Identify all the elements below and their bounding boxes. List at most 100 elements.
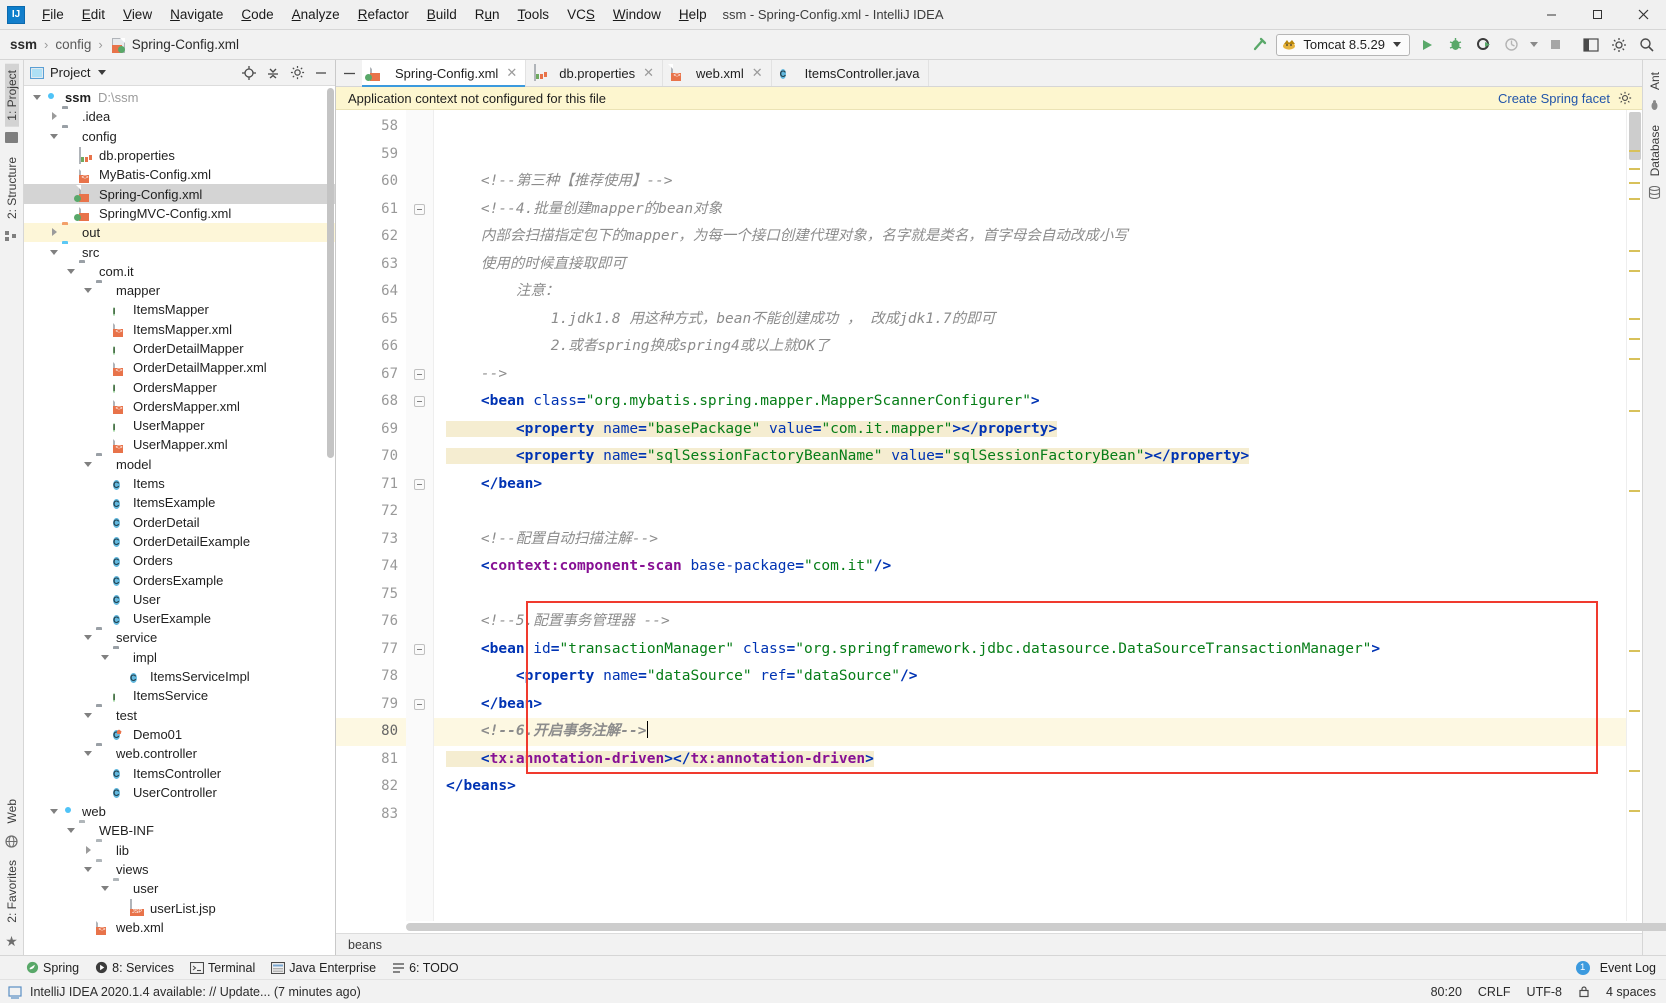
tree-toggle-down-icon[interactable] [66,266,77,277]
code-line[interactable]: </beans> [434,773,1626,801]
status-message[interactable]: IntelliJ IDEA 2020.1.4 available: // Upd… [30,985,361,999]
menu-edit[interactable]: Edit [73,3,114,26]
fold-marker[interactable] [414,478,425,490]
rail-button-ant[interactable]: Ant [1648,66,1662,96]
tree-node[interactable]: lib [24,841,335,860]
tree-node[interactable]: C ItemsExample [24,493,335,512]
tree-node[interactable]: web [24,802,335,821]
line-number[interactable]: 66 [336,333,406,361]
line-number[interactable]: 73 [336,526,406,554]
tree-toggle-down-icon[interactable] [100,883,111,894]
tree-node[interactable]: C Orders [24,551,335,570]
tree-node[interactable]: <> UserMapper.xml [24,435,335,454]
tree-node[interactable]: C OrderDetail [24,513,335,532]
run-icon[interactable] [1416,34,1438,56]
line-number[interactable]: 65 [336,306,406,334]
code-line[interactable]: <property name="basePackage" value="com.… [434,416,1626,444]
code-line[interactable] [434,801,1626,829]
line-number[interactable]: 60 [336,168,406,196]
project-tree-scrollbar[interactable] [327,88,334,458]
line-number[interactable]: 63 [336,251,406,279]
tree-node[interactable]: user [24,879,335,898]
menu-code[interactable]: Code [232,3,282,26]
tree-node[interactable]: C Demo01 [24,725,335,744]
line-number[interactable]: 80 [336,718,419,746]
hide-tabs-icon[interactable] [336,60,362,86]
menu-navigate[interactable]: Navigate [161,3,232,26]
tree-node[interactable]: WEB-INF [24,821,335,840]
line-number[interactable]: 64 [336,278,406,306]
fold-marker[interactable] [414,698,425,710]
profile-icon[interactable] [1500,34,1522,56]
code-line[interactable] [434,113,1626,141]
create-spring-facet-link[interactable]: Create Spring facet [1498,91,1610,106]
run-configuration-selector[interactable]: Tomcat 8.5.29 [1276,33,1410,56]
caret-position[interactable]: 80:20 [1431,985,1462,999]
hide-icon[interactable] [313,65,329,81]
tree-node[interactable]: I ItemsService [24,686,335,705]
code-line[interactable]: 2.或者spring换成spring4或以上就OK了 [434,333,1626,361]
search-icon[interactable] [1636,34,1658,56]
bottom-tool-button[interactable]: Java Enterprise [271,961,376,975]
fold-marker[interactable] [414,643,425,655]
code-text-area[interactable]: <!--第三种【推荐使用】--> <!--4.批量创建mapper的bean对象… [434,110,1626,921]
line-number[interactable]: 83 [336,801,406,829]
close-tab-icon[interactable]: ✕ [752,65,763,81]
editor-horizontal-scroll-row[interactable] [336,921,1666,933]
editor-tab[interactable]: C ItemsController.java [772,60,929,86]
menu-refactor[interactable]: Refactor [349,3,418,26]
bottom-tool-button[interactable]: 6: TODO [392,961,459,975]
menu-analyze[interactable]: Analyze [283,3,349,26]
editor-tab[interactable]: <> web.xml ✕ [663,60,772,86]
editor-tab[interactable]: db.properties ✕ [526,60,664,86]
code-line[interactable]: <!--配置自动扫描注解--> [434,526,1626,554]
line-number[interactable]: 68 [336,388,406,416]
fold-marker[interactable] [414,368,425,380]
line-number[interactable]: 67 [336,361,406,389]
code-line[interactable]: <!--第三种【推荐使用】--> [434,168,1626,196]
tree-node[interactable]: web.controller [24,744,335,763]
project-file-tree[interactable]: ssm D:\ssm .idea config db.properties <> MyBat… [24,86,335,955]
tree-node[interactable]: SpringMVC-Config.xml [24,204,335,223]
tree-toggle-down-icon[interactable] [83,710,94,721]
menu-help[interactable]: Help [670,3,716,26]
project-view-chevron-down-icon[interactable] [98,70,107,75]
tree-node[interactable]: <> OrderDetailMapper.xml [24,358,335,377]
breadcrumb-folder[interactable]: config [55,37,91,52]
close-tab-icon[interactable]: ✕ [506,65,517,81]
tree-node[interactable]: <> MyBatis-Config.xml [24,165,335,184]
tree-node[interactable]: impl [24,648,335,667]
code-line[interactable] [434,498,1626,526]
tree-node[interactable]: db.properties [24,146,335,165]
tree-node[interactable]: com.it [24,262,335,281]
code-line[interactable]: <!--6.开启事务注解--> [434,718,1626,746]
code-folding-gutter[interactable] [406,110,434,921]
tree-node[interactable]: C ItemsServiceImpl [24,667,335,686]
tree-toggle-down-icon[interactable] [83,748,94,759]
code-line[interactable]: <bean id="transactionManager" class="org… [434,636,1626,664]
tree-node[interactable]: I OrderDetailMapper [24,339,335,358]
tree-toggle-down-icon[interactable] [83,864,94,875]
debug-icon[interactable] [1444,34,1466,56]
line-number[interactable]: 75 [336,581,406,609]
bottom-tool-button[interactable]: Terminal [189,961,255,975]
tree-node[interactable]: config [24,127,335,146]
line-number[interactable]: 76 [336,608,406,636]
menu-run[interactable]: Run [466,3,509,26]
maximize-button[interactable] [1574,0,1620,29]
tree-node[interactable]: C UserController [24,783,335,802]
run-with-coverage-icon[interactable] [1472,34,1494,56]
editor-marker-bar[interactable] [1626,110,1642,921]
line-number[interactable]: 72 [336,498,406,526]
tree-toggle-down-icon[interactable] [83,285,94,296]
editor-horizontal-scrollbar[interactable] [406,923,1666,931]
tree-node[interactable]: <> web.xml [24,918,335,937]
tree-node[interactable]: <> OrdersMapper.xml [24,397,335,416]
settings-icon[interactable] [1608,34,1630,56]
code-line[interactable]: </bean> [434,691,1626,719]
line-number[interactable]: 79 [336,691,406,719]
code-line[interactable]: 使用的时候直接取即可 [434,251,1626,279]
gear-icon[interactable] [1618,91,1632,105]
rail-button-project[interactable]: 1: Project [4,64,19,127]
line-number[interactable]: 82 [336,773,406,801]
